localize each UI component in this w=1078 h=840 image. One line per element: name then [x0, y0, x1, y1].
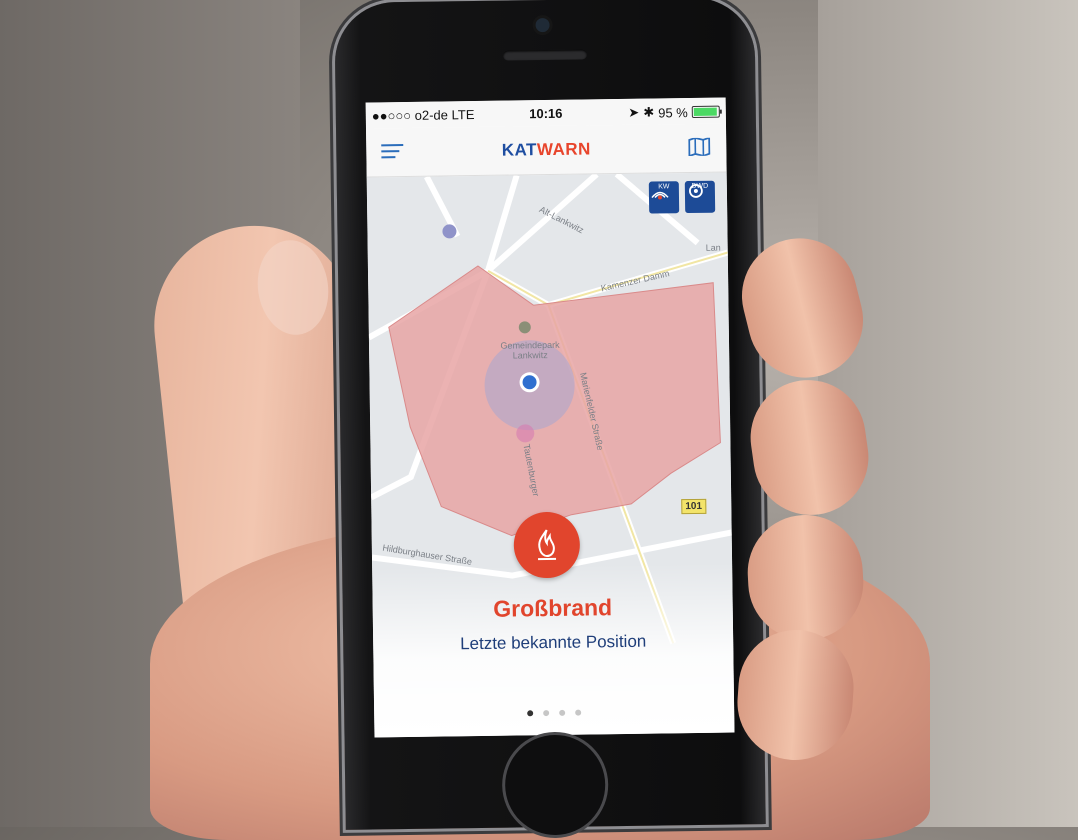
park-label: Gemeindepark Lankwitz	[495, 340, 565, 361]
page-dot-2[interactable]	[543, 710, 549, 716]
page-dot-3[interactable]	[559, 710, 565, 716]
fire-icon	[513, 512, 580, 579]
brand-kat: KAT	[502, 140, 537, 159]
map-book-icon[interactable]	[688, 138, 710, 156]
storm-spiral-icon	[685, 181, 707, 199]
road-number-badge: 101	[681, 499, 706, 514]
app-screen: ●●○○○ o2-de LTE 10:16 ➤ ✱ 95 % KATWARN	[366, 98, 735, 738]
bluetooth-icon: ✱	[643, 105, 654, 121]
phone-device: ●●○○○ o2-de LTE 10:16 ➤ ✱ 95 % KATWARN	[334, 0, 766, 830]
front-camera	[535, 18, 549, 32]
map-view[interactable]: Alt-Lankwitz Kamenzer Damm Gemeindepark …	[367, 173, 735, 738]
battery-percent: 95 %	[658, 105, 688, 120]
app-title: KATWARN	[366, 138, 726, 163]
layer-dwd-button[interactable]: DWD	[685, 181, 715, 213]
alert-category-button[interactable]	[513, 512, 580, 579]
nav-bar: KATWARN	[366, 124, 727, 178]
location-arrow-icon: ➤	[628, 105, 639, 121]
brand-warn: WARN	[537, 139, 591, 159]
home-button[interactable]	[504, 734, 605, 835]
battery-icon	[692, 106, 720, 118]
layer-kw-button[interactable]: KW	[649, 181, 679, 213]
signal-icon	[649, 181, 671, 199]
alert-title: Großbrand	[373, 592, 733, 624]
page-dot-4[interactable]	[575, 710, 581, 716]
page-dot-1[interactable]	[527, 710, 533, 716]
earpiece	[503, 49, 587, 60]
status-right: ➤ ✱ 95 %	[628, 104, 720, 121]
street-label-lan: Lan	[706, 243, 721, 253]
